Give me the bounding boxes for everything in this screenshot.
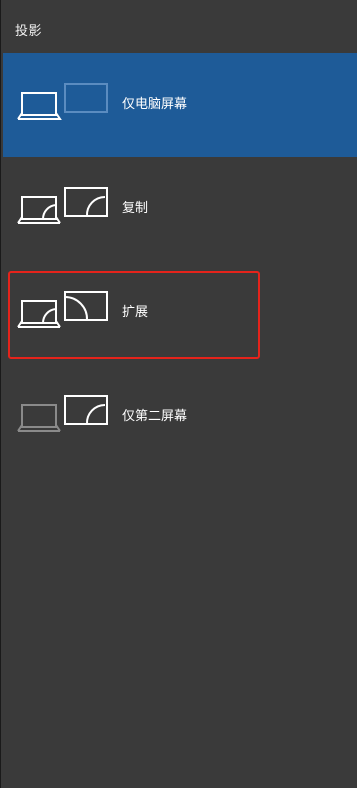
option-label: 仅第二屏幕 [122, 409, 188, 424]
panel-title: 投影 [15, 24, 43, 39]
option-label: 复制 [122, 201, 149, 216]
duplicate-icon [17, 157, 113, 261]
option-duplicate[interactable]: 复制 [3, 157, 357, 261]
project-panel: 投影 仅电脑屏幕 复制 扩展 仅第二屏幕 [1, 0, 357, 788]
second-screen-only-icon [17, 365, 113, 469]
option-second-screen-only[interactable]: 仅第二屏幕 [3, 365, 357, 469]
option-pc-screen-only[interactable]: 仅电脑屏幕 [3, 53, 357, 157]
option-label: 仅电脑屏幕 [122, 97, 188, 112]
option-extend[interactable]: 扩展 [3, 261, 357, 365]
option-label: 扩展 [122, 305, 149, 320]
pc-screen-only-icon [17, 53, 113, 157]
extend-icon [17, 261, 113, 365]
